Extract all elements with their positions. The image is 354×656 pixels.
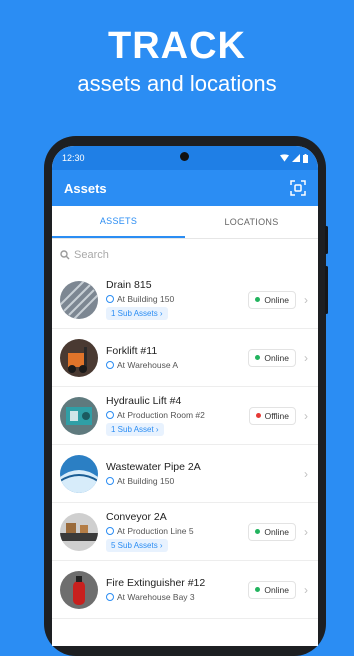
wifi-icon [280, 154, 289, 162]
search-input[interactable]: Search [52, 239, 318, 271]
asset-location-text: At Building 150 [117, 476, 175, 486]
status-label: Offline [264, 410, 289, 421]
status-label: Online [264, 584, 289, 595]
hero-title: TRACK [108, 25, 246, 67]
status-label: Online [264, 526, 289, 537]
asset-name: Forklift #11 [106, 345, 158, 357]
asset-name: Drain 815 [106, 279, 152, 291]
list-item[interactable]: Hydraulic Lift #4 At Production Room #2 … [52, 387, 318, 445]
asset-location-text: At Production Line 5 [117, 526, 194, 536]
asset-location-text: At Warehouse Bay 3 [117, 592, 195, 602]
asset-thumbnail [60, 454, 98, 493]
location-pin-icon [106, 295, 114, 303]
online-dot-icon [255, 297, 261, 302]
sub-assets-label: 5 Sub Assets [111, 541, 158, 550]
status-badge: Online [248, 522, 296, 541]
phone-power-button [325, 266, 328, 314]
asset-location-text: At Building 150 [117, 294, 175, 304]
asset-thumbnail [60, 280, 98, 319]
location-pin-icon [106, 527, 114, 535]
asset-thumbnail [60, 396, 98, 435]
battery-icon [303, 153, 308, 163]
status-badge: Online [248, 348, 296, 367]
sub-assets-label: 1 Sub Assets [111, 309, 158, 318]
asset-location: At Warehouse Bay 3 [106, 592, 248, 602]
sub-assets-label: 1 Sub Asset [111, 425, 154, 434]
asset-list: Drain 815 At Building 150 1 Sub Assets ›… [52, 271, 318, 619]
hero-subtitle: assets and locations [77, 71, 277, 96]
chevron-right-icon: › [304, 408, 308, 423]
phone-volume-button [325, 226, 328, 254]
asset-thumbnail [60, 338, 98, 377]
status-badge: Online [248, 580, 296, 599]
chevron-right-icon: › [304, 582, 308, 597]
asset-location: At Building 150 [106, 476, 302, 486]
location-pin-icon [106, 477, 114, 485]
asset-thumbnail [60, 570, 98, 609]
offline-dot-icon [255, 413, 261, 418]
list-item[interactable]: Forklift #11 At Warehouse A Online › [52, 329, 318, 387]
chevron-right-icon: › [304, 350, 308, 365]
status-bar: 12:30 [52, 146, 318, 170]
scan-icon[interactable] [290, 180, 306, 196]
status-badge: Online [248, 290, 296, 309]
search-icon [60, 250, 70, 260]
status-time: 12:30 [62, 153, 85, 163]
asset-name: Wastewater Pipe 2A [106, 461, 201, 473]
status-icons [280, 153, 308, 163]
online-dot-icon [255, 355, 261, 360]
list-item[interactable]: Fire Extinguisher #12 At Warehouse Bay 3… [52, 561, 318, 619]
online-dot-icon [255, 529, 261, 534]
asset-location: At Building 150 [106, 294, 248, 304]
location-pin-icon [106, 361, 114, 369]
status-label: Online [264, 352, 289, 363]
location-pin-icon [106, 593, 114, 601]
asset-location: At Production Line 5 [106, 526, 248, 536]
location-pin-icon [106, 411, 114, 419]
list-item[interactable]: Conveyor 2A At Production Line 5 5 Sub A… [52, 503, 318, 561]
phone-screen: 12:30 Assets ASSETS LOCATIONS Search Dra… [52, 146, 318, 646]
list-item[interactable]: Drain 815 At Building 150 1 Sub Assets ›… [52, 271, 318, 329]
status-badge: Offline [248, 406, 296, 425]
chevron-right-icon: › [304, 292, 308, 307]
list-item[interactable]: Wastewater Pipe 2A At Building 150 › [52, 445, 318, 503]
sub-assets-chip[interactable]: 1 Sub Asset › [106, 423, 164, 436]
status-label: Online [264, 294, 289, 305]
camera-icon [180, 152, 189, 161]
tab-locations[interactable]: LOCATIONS [185, 206, 318, 238]
sub-assets-chip[interactable]: 5 Sub Assets › [106, 539, 168, 552]
asset-name: Hydraulic Lift #4 [106, 395, 182, 407]
asset-location-text: At Warehouse A [117, 360, 179, 370]
chevron-right-icon: › [304, 466, 308, 481]
sub-assets-chip[interactable]: 1 Sub Assets › [106, 307, 168, 320]
app-bar: Assets [52, 170, 318, 206]
asset-thumbnail [60, 512, 98, 551]
chevron-right-icon: › [304, 524, 308, 539]
signal-icon [292, 154, 300, 162]
asset-location-text: At Production Room #2 [117, 410, 205, 420]
asset-name: Fire Extinguisher #12 [106, 577, 206, 589]
asset-location: At Production Room #2 [106, 410, 249, 420]
asset-location: At Warehouse A [106, 360, 248, 370]
page-title: Assets [64, 180, 107, 196]
online-dot-icon [255, 587, 261, 592]
search-placeholder: Search [74, 249, 109, 261]
tab-assets[interactable]: ASSETS [52, 206, 185, 238]
tab-bar: ASSETS LOCATIONS [52, 206, 318, 239]
asset-name: Conveyor 2A [106, 511, 167, 523]
